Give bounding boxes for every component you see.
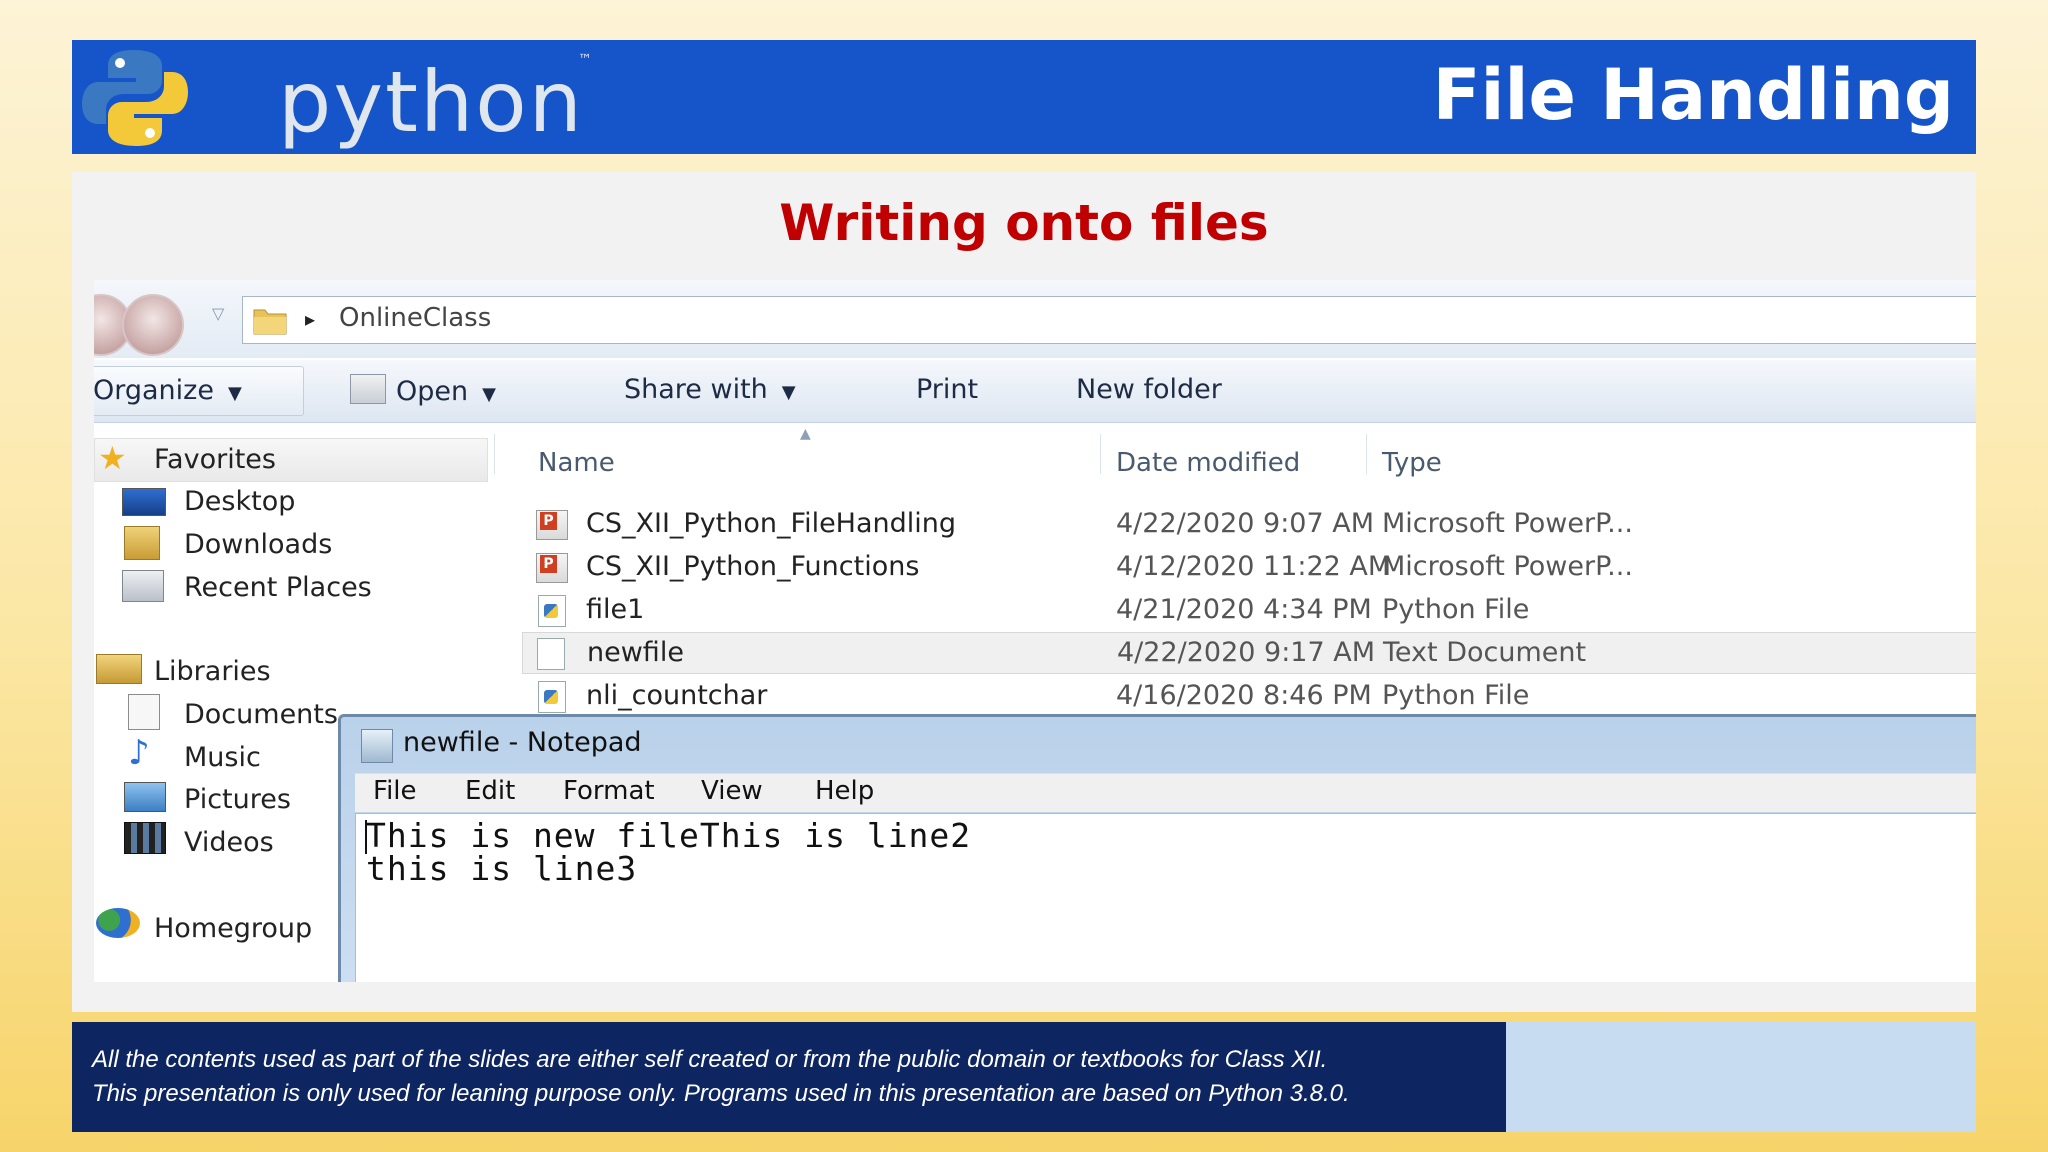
explorer-window: ▽ ▸ OnlineClass Organize ▼ Open ▼ Share wi…: [94, 280, 1976, 982]
text-file-icon: [537, 638, 565, 670]
column-separator[interactable]: [1100, 434, 1101, 474]
nav-desktop[interactable]: Desktop: [184, 486, 295, 517]
nav-favorites[interactable]: Favorites: [154, 444, 276, 475]
column-header-date-modified[interactable]: Date modified: [1116, 448, 1300, 478]
slide-title: File Handling: [1432, 54, 1954, 136]
file-date: 4/16/2020 8:46 PM: [1116, 680, 1372, 711]
powerpoint-icon: [536, 510, 568, 540]
nav-pictures[interactable]: Pictures: [184, 784, 291, 815]
file-type: Python File: [1382, 594, 1530, 625]
file-row[interactable]: nli_countchar 4/16/2020 8:46 PM Python F…: [524, 676, 1976, 716]
file-name: newfile: [587, 637, 684, 668]
file-name: nli_countchar: [586, 680, 768, 711]
file-date: 4/22/2020 9:07 AM: [1116, 508, 1375, 539]
notepad-title: newfile - Notepad: [403, 727, 642, 758]
organize-button[interactable]: Organize ▼: [94, 366, 304, 416]
nav-recent-places[interactable]: Recent Places: [184, 572, 372, 603]
nav-videos[interactable]: Videos: [184, 827, 274, 858]
breadcrumb-arrow-icon[interactable]: ▸: [305, 307, 315, 331]
content-panel: Writing onto files ▽ ▸ OnlineClass Organ…: [72, 172, 1976, 1012]
menu-view[interactable]: View: [701, 776, 763, 806]
file-row[interactable]: file1 4/21/2020 4:34 PM Python File: [524, 590, 1976, 630]
section-title: Writing onto files: [779, 194, 1269, 252]
file-type: Python File: [1382, 680, 1530, 711]
recent-places-icon: [122, 570, 164, 602]
sort-indicator-icon: ▲: [800, 426, 811, 442]
command-toolbar: Organize ▼ Open ▼ Share with ▼ Print New fo…: [94, 360, 1976, 423]
column-separator[interactable]: [1366, 434, 1367, 474]
file-name: CS_XII_Python_Functions: [586, 551, 920, 582]
footer-disclaimer: All the contents used as part of the sli…: [72, 1022, 1506, 1132]
file-date: 4/12/2020 11:22 AM: [1116, 551, 1392, 582]
file-row-selected[interactable]: newfile 4/22/2020 9:17 AM Text Document: [522, 632, 1976, 674]
text-line: this is line3: [366, 849, 638, 888]
column-header-name[interactable]: Name: [538, 448, 615, 478]
column-header-type[interactable]: Type: [1382, 448, 1442, 478]
file-type: Microsoft PowerP...: [1382, 551, 1633, 582]
menu-edit[interactable]: Edit: [465, 776, 515, 806]
desktop-icon: [122, 488, 166, 516]
trademark-symbol: ™: [578, 52, 592, 68]
menu-help[interactable]: Help: [815, 776, 874, 806]
chevron-down-icon: ▼: [227, 383, 242, 404]
address-bar-area: ▽ ▸ OnlineClass: [94, 280, 1976, 358]
nav-downloads[interactable]: Downloads: [184, 529, 332, 560]
nav-homegroup[interactable]: Homegroup: [154, 913, 312, 944]
documents-icon: [128, 694, 160, 730]
python-file-icon: [538, 681, 566, 713]
nav-music[interactable]: Music: [184, 742, 261, 773]
new-folder-button[interactable]: New folder: [1076, 374, 1222, 405]
footer-line-2: This presentation is only used for leani…: [92, 1080, 1350, 1107]
header-banner: python ™ File Handling: [72, 40, 1976, 154]
nav-documents[interactable]: Documents: [184, 699, 338, 730]
footer-accent: [1506, 1022, 1976, 1132]
open-button[interactable]: Open ▼: [350, 374, 496, 407]
footer-line-1: All the contents used as part of the sli…: [92, 1046, 1328, 1073]
powerpoint-icon: [536, 553, 568, 583]
share-with-label: Share with: [624, 374, 768, 405]
python-file-icon: [538, 595, 566, 627]
notepad-icon: [361, 729, 393, 763]
file-date: 4/22/2020 9:17 AM: [1117, 637, 1376, 668]
open-icon: [350, 374, 386, 404]
history-dropdown-icon[interactable]: ▽: [212, 304, 224, 323]
file-type: Microsoft PowerP...: [1382, 508, 1633, 539]
organize-label: Organize: [94, 375, 214, 406]
share-with-button[interactable]: Share with ▼: [624, 374, 796, 405]
chevron-down-icon: ▼: [482, 384, 496, 405]
notepad-text-area[interactable]: This is new fileThis is line2 this is li…: [355, 813, 1976, 982]
nav-libraries[interactable]: Libraries: [154, 656, 271, 687]
downloads-icon: [124, 526, 160, 560]
libraries-icon: [96, 654, 142, 684]
column-separator: [494, 434, 495, 474]
file-name: file1: [586, 594, 645, 625]
pictures-icon: [124, 782, 166, 812]
file-date: 4/21/2020 4:34 PM: [1116, 594, 1372, 625]
chevron-down-icon: ▼: [781, 382, 796, 403]
notepad-menubar: File Edit Format View Help: [355, 773, 1976, 812]
folder-icon: [253, 309, 287, 335]
file-row[interactable]: CS_XII_Python_Functions 4/12/2020 11:22 …: [524, 547, 1976, 587]
notepad-window[interactable]: newfile - Notepad File Edit Format View …: [338, 714, 1976, 982]
videos-icon: [124, 822, 166, 854]
python-logo-icon: [82, 50, 188, 146]
star-icon: ★: [98, 439, 127, 477]
homegroup-icon: [96, 908, 140, 938]
menu-file[interactable]: File: [373, 776, 417, 806]
file-row[interactable]: CS_XII_Python_FileHandling 4/22/2020 9:0…: [524, 504, 1976, 544]
forward-button[interactable]: [122, 294, 184, 356]
file-name: CS_XII_Python_FileHandling: [586, 508, 957, 539]
print-button[interactable]: Print: [916, 374, 978, 405]
breadcrumb[interactable]: OnlineClass: [339, 303, 491, 333]
music-icon: ♪: [128, 733, 150, 773]
python-wordmark: python: [278, 53, 584, 151]
address-box[interactable]: ▸ OnlineClass: [242, 296, 1976, 344]
open-label: Open: [396, 376, 469, 407]
file-type: Text Document: [1383, 637, 1587, 668]
menu-format[interactable]: Format: [563, 776, 655, 806]
